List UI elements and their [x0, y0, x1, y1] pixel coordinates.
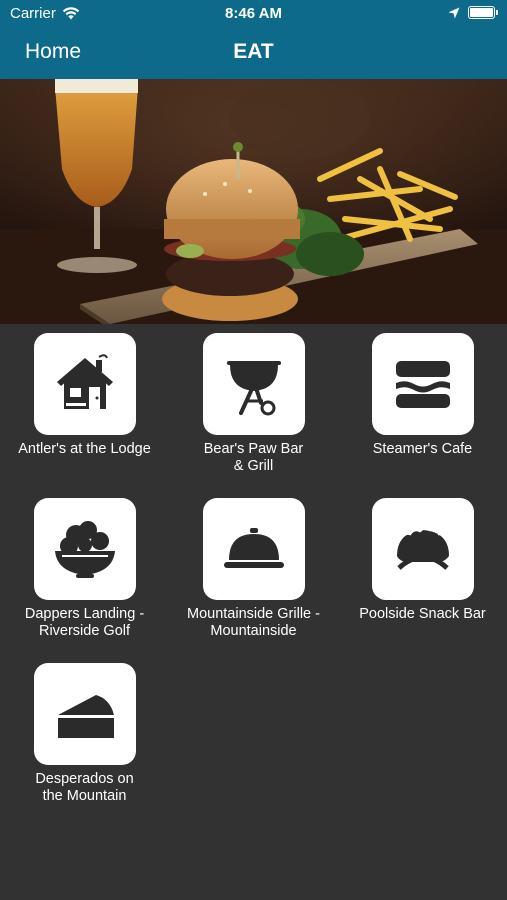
venue-icon-tile[interactable] [371, 498, 474, 600]
location-arrow-icon [448, 7, 460, 18]
venue-label: Antler's at the Lodge [18, 441, 151, 457]
venue-label: Poolside Snack Bar [359, 606, 486, 622]
battery-icon [468, 6, 498, 19]
venue-icon-tile[interactable] [202, 333, 305, 435]
clock: 8:46 AM [225, 5, 282, 22]
venue-label: Steamer's Cafe [372, 441, 473, 457]
venue-icon-tile[interactable] [33, 333, 136, 435]
back-button-home[interactable]: Home [25, 40, 81, 64]
grill-icon [226, 361, 281, 416]
serving-cloche-icon [223, 528, 284, 568]
salad-bowl-icon [54, 521, 115, 578]
top-bar: Carrier 8:46 AM Home EAT [0, 0, 507, 79]
venue-label: Bear's Paw Bar & Grill [203, 441, 304, 474]
venue-dappers-landing[interactable]: Dappers Landing - Riverside Golf [0, 489, 169, 640]
venue-label: Mountainside Grille - Mountainside [187, 606, 320, 639]
venue-icon-tile[interactable] [202, 498, 305, 600]
lodge-house-icon [56, 354, 113, 409]
venue-antlers-at-the-lodge[interactable]: Antler's at the Lodge [0, 324, 169, 458]
venue-desperados-on-the-mountain[interactable]: Desperados on the Mountain [0, 654, 169, 805]
venue-icon-tile[interactable] [33, 663, 136, 765]
taco-icon [396, 527, 449, 570]
sandwich-icon [395, 361, 450, 408]
venue-bears-paw-bar-grill[interactable]: Bear's Paw Bar & Grill [169, 324, 338, 475]
venue-steamers-cafe[interactable]: Steamer's Cafe [338, 324, 507, 458]
venue-icon-tile[interactable] [33, 498, 136, 600]
venue-mountainside-grille[interactable]: Mountainside Grille - Mountainside [169, 489, 338, 640]
venue-label: Desperados on the Mountain [35, 771, 134, 804]
status-right [448, 6, 498, 19]
venue-poolside-snack-bar[interactable]: Poolside Snack Bar [338, 489, 507, 623]
venue-icon-tile[interactable] [371, 333, 474, 435]
status-bar: Carrier 8:46 AM [0, 0, 507, 28]
hero-image [0, 79, 507, 324]
burger-photo [0, 79, 507, 324]
venue-label: Dappers Landing - Riverside Golf [24, 606, 145, 639]
pie-slice-icon [57, 695, 114, 738]
